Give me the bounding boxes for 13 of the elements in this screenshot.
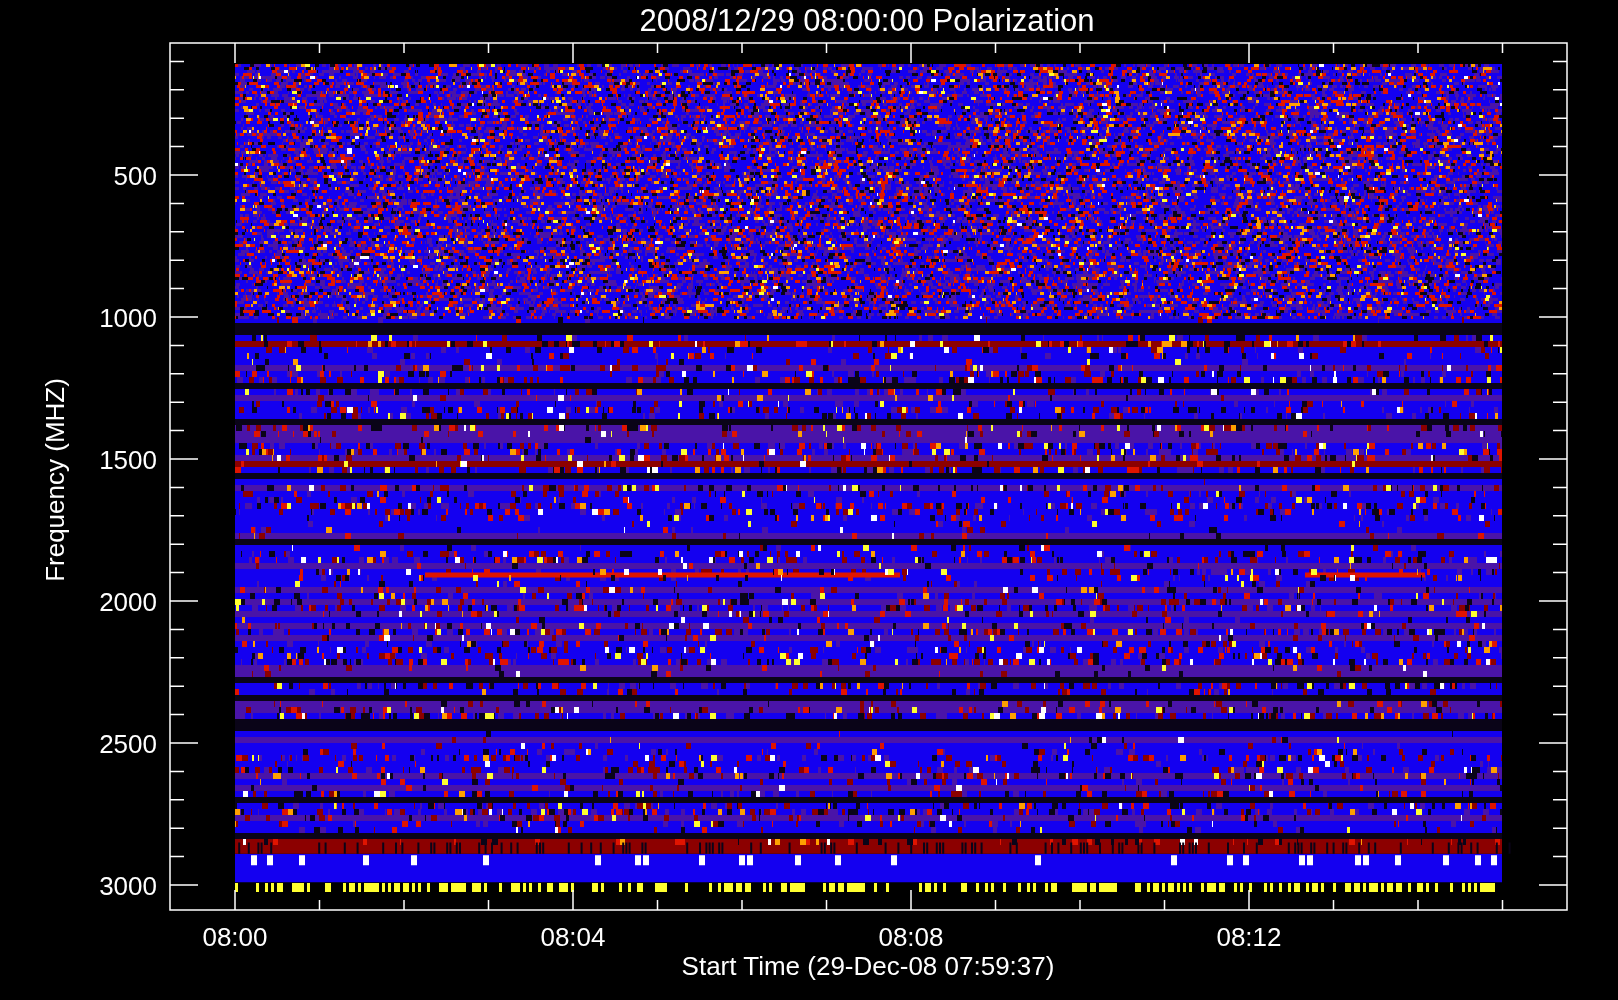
x-tick-label: 08:00 bbox=[202, 922, 268, 952]
x-tick-label: 08:12 bbox=[1216, 922, 1282, 952]
x-tick-label: 08:04 bbox=[540, 922, 606, 952]
chart-title: 2008/12/29 08:00:00 Polarization bbox=[639, 3, 1095, 38]
y-tick-label: 2500 bbox=[99, 729, 157, 759]
x-tick-label: 08:08 bbox=[878, 922, 944, 952]
x-axis-label: Start Time (29-Dec-08 07:59:37) bbox=[681, 951, 1055, 981]
y-tick-label: 3000 bbox=[99, 871, 157, 901]
y-axis-label: Frequency (MHZ) bbox=[40, 378, 70, 582]
y-tick-label: 1500 bbox=[99, 445, 157, 475]
y-tick-label: 500 bbox=[113, 161, 157, 191]
y-tick-label: 1000 bbox=[99, 303, 157, 333]
y-tick-label: 2000 bbox=[99, 587, 157, 617]
